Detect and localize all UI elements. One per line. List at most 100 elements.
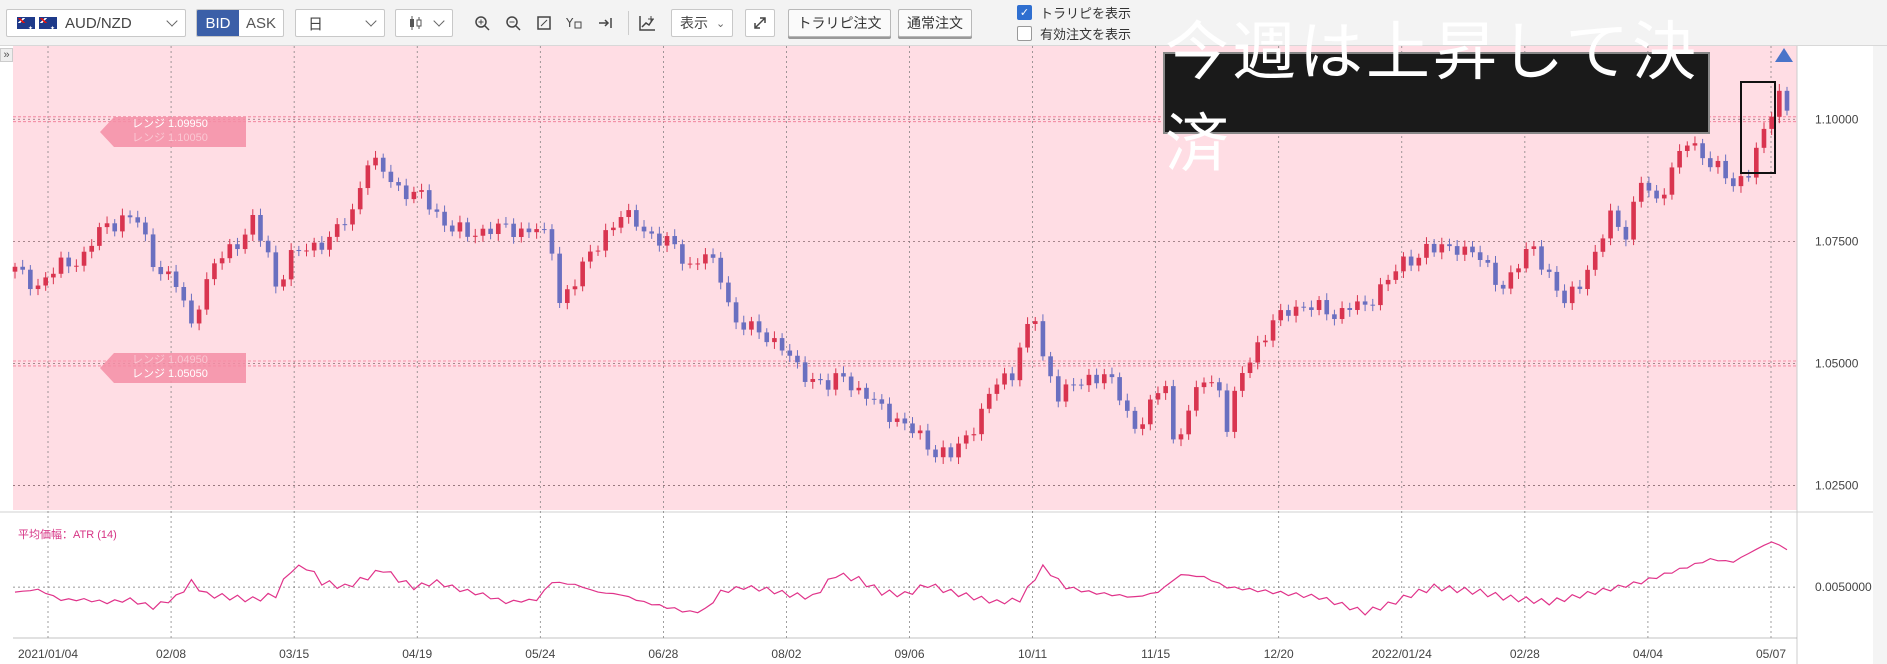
candle-body: [411, 191, 417, 200]
currency-pair-select[interactable]: AUD/NZD: [6, 9, 186, 37]
candle-body: [1523, 248, 1529, 269]
indicator-icon[interactable]: [634, 11, 660, 35]
candle-body: [472, 235, 478, 237]
candle-body: [925, 430, 931, 450]
show-active-option[interactable]: 有効注文を表示: [1017, 24, 1131, 42]
show-trarepi-checkbox[interactable]: ✓: [1017, 4, 1032, 20]
candle-body: [963, 435, 969, 444]
candle-body: [1316, 300, 1322, 310]
candle-body: [1401, 256, 1406, 272]
candle-body: [986, 393, 992, 409]
candle-body: [43, 277, 48, 286]
candle-body: [273, 252, 279, 287]
candle-body: [1017, 347, 1023, 381]
date-tick-label: 11/15: [1141, 647, 1170, 661]
candle-body: [649, 231, 654, 234]
currency-pair-label: AUD/NZD: [65, 14, 132, 32]
candle-body: [802, 362, 808, 382]
upper-range-bottom-label: レンジ 1.10050: [132, 132, 208, 144]
normal-order-button[interactable]: 通常注文: [898, 9, 972, 37]
candle-body: [81, 251, 87, 266]
show-trarepi-option[interactable]: ✓ トラリピを表示: [1017, 3, 1131, 21]
candle-body: [365, 165, 371, 189]
candle-body: [1078, 384, 1084, 386]
timeframe-select[interactable]: 日: [295, 9, 385, 37]
candle-body: [380, 157, 386, 172]
candle-body: [357, 188, 363, 210]
ask-button[interactable]: ASK: [239, 10, 283, 36]
jump-to-latest-icon[interactable]: [592, 11, 618, 35]
candle-body: [1569, 286, 1575, 304]
chart-type-select[interactable]: [395, 9, 453, 37]
candle-body: [948, 447, 954, 458]
date-tick-label: 04/04: [1633, 647, 1663, 661]
candle-body: [442, 211, 447, 226]
candle-body: [1378, 284, 1383, 306]
candle-body: [1454, 246, 1460, 255]
candle-body: [120, 215, 125, 232]
lower-range-bottom-label: レンジ 1.05050: [132, 368, 208, 380]
expand-panel-icon[interactable]: »: [0, 48, 13, 62]
australia-flag-icon: [17, 17, 35, 32]
candle-body: [35, 285, 41, 290]
candle-body: [1094, 374, 1099, 384]
candle-body: [143, 222, 148, 235]
candle-body: [1209, 382, 1214, 384]
candle-body: [1600, 238, 1606, 252]
price-tick-label: 1.10000: [1815, 112, 1859, 126]
candle-body: [1025, 323, 1030, 348]
candle-body: [1347, 308, 1353, 310]
candle-body: [1009, 373, 1015, 381]
candle-body: [1730, 178, 1736, 187]
candle-body: [1263, 340, 1268, 343]
trarepi-order-button[interactable]: トラリピ注文: [788, 9, 891, 37]
bid-button[interactable]: BID: [197, 10, 239, 36]
candle-body: [1585, 269, 1590, 290]
date-tick-label: 06/28: [648, 647, 678, 661]
candle-body: [657, 233, 662, 246]
candle-body: [1224, 390, 1230, 432]
candle-body: [1132, 410, 1138, 429]
candle-body: [611, 227, 616, 231]
toolbar-divider: [628, 11, 629, 35]
double-chevron-down-icon: ⌄: [716, 17, 726, 30]
fit-screen-icon[interactable]: [531, 11, 557, 35]
atr-indicator-label: 平均価幅：ATR (14): [18, 529, 117, 541]
display-menu[interactable]: 表示 ⌄: [671, 9, 733, 37]
candle-body: [894, 418, 900, 422]
candle-body: [503, 223, 509, 225]
candle-body: [1623, 226, 1629, 240]
candle-body: [1439, 244, 1445, 253]
auto-scale-icon[interactable]: Y: [561, 11, 587, 35]
candle-body: [158, 267, 164, 275]
candle-body: [848, 376, 854, 391]
candle-body: [541, 229, 547, 231]
candle-body: [733, 302, 739, 323]
candle-body: [58, 257, 64, 274]
candle-body: [1278, 310, 1284, 321]
candle-body: [1370, 304, 1376, 306]
candle-body: [1339, 308, 1345, 320]
candle-body: [1063, 384, 1069, 402]
zoom-out-icon[interactable]: [500, 11, 526, 35]
candle-body: [1470, 246, 1475, 253]
show-active-checkbox[interactable]: [1017, 25, 1032, 41]
candle-body: [1117, 377, 1122, 401]
candle-body: [902, 418, 908, 424]
candle-body: [20, 266, 25, 270]
candle-body: [1301, 306, 1307, 308]
candle-body: [741, 322, 747, 330]
expand-icon[interactable]: [745, 9, 775, 37]
candle-body: [1232, 390, 1237, 432]
candle-body: [1424, 243, 1429, 258]
candle-body: [1171, 386, 1176, 440]
zoom-in-icon[interactable]: [469, 11, 495, 35]
candle-body: [1148, 399, 1153, 425]
candle-body: [565, 289, 570, 304]
atr-line: [14, 541, 1788, 616]
candle-body: [1408, 256, 1414, 266]
candle-body: [480, 228, 486, 236]
candle-body: [810, 379, 816, 382]
candle-body: [1124, 400, 1130, 411]
bid-ask-toggle: BID ASK: [196, 9, 284, 37]
